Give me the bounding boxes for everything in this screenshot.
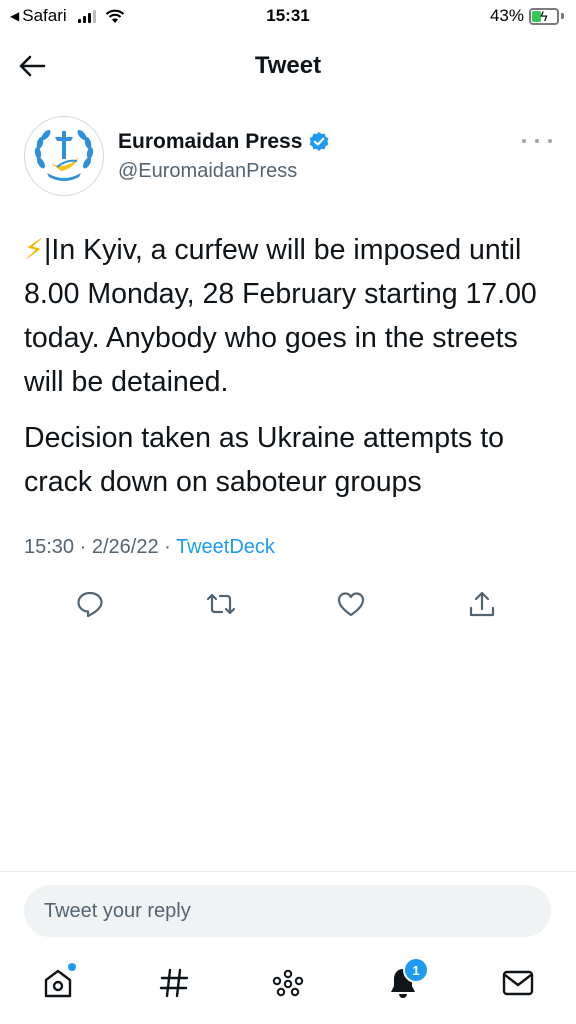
mail-icon xyxy=(502,970,534,996)
author-handle[interactable]: @EuromaidanPress xyxy=(118,160,297,183)
spaces-icon xyxy=(272,969,304,997)
retweet-icon xyxy=(206,593,236,615)
tab-explore[interactable] xyxy=(154,963,194,1003)
tab-messages[interactable] xyxy=(498,963,538,1003)
battery-status: 43% ϟ xyxy=(490,6,564,26)
tab-notifications[interactable]: 1 xyxy=(383,957,429,1003)
tweet-paragraph-1: ⚡|In Kyiv, a curfew will be imposed unti… xyxy=(24,228,560,404)
verified-badge-icon xyxy=(310,132,329,151)
status-bar: ◀ Safari 15:31 43% ϟ xyxy=(0,0,576,34)
tweet-text: ⚡|In Kyiv, a curfew will be imposed unti… xyxy=(24,228,560,516)
like-button[interactable] xyxy=(333,586,369,622)
tweet-meta: 15:30 · 2/26/22 · TweetDeck xyxy=(24,536,275,558)
author-name-text: Euromaidan Press xyxy=(118,130,303,153)
author-name[interactable]: Euromaidan Press xyxy=(118,130,330,154)
more-options-icon[interactable] xyxy=(522,134,552,148)
tweet-author: Euromaidan Press @EuromaidanPress xyxy=(24,116,552,196)
heart-icon xyxy=(337,592,365,617)
reply-divider xyxy=(0,871,576,872)
tweet-paragraph-2: Decision taken as Ukraine attempts to cr… xyxy=(24,422,504,498)
tab-home[interactable] xyxy=(38,963,78,1003)
home-icon xyxy=(44,969,72,998)
hashtag-icon xyxy=(159,968,189,998)
top-bar: Tweet xyxy=(0,40,576,92)
page-title: Tweet xyxy=(254,52,322,79)
tweet-source-link[interactable]: TweetDeck xyxy=(176,536,275,558)
retweet-button[interactable] xyxy=(203,586,239,622)
avatar[interactable] xyxy=(24,116,104,196)
reply-input[interactable] xyxy=(24,885,551,937)
lightning-emoji: ⚡ xyxy=(24,234,45,266)
bottom-tab-bar: 1 xyxy=(0,955,576,1024)
home-new-dot xyxy=(68,963,76,971)
tweet-time: 15:30 xyxy=(24,536,75,558)
tweet-actions xyxy=(0,586,576,626)
share-button[interactable] xyxy=(464,586,500,622)
tweet-paragraph-1-text: |In Kyiv, a curfew will be imposed until… xyxy=(24,234,537,398)
reply-button[interactable] xyxy=(72,586,108,622)
tweet-date: 2/26/22 xyxy=(91,536,159,558)
notification-badge: 1 xyxy=(403,957,429,983)
tab-spaces[interactable] xyxy=(268,963,308,1003)
battery-percent: 43% xyxy=(489,6,524,25)
reply-icon xyxy=(77,591,103,618)
battery-icon: ϟ xyxy=(529,7,559,25)
euromaidan-logo-icon xyxy=(34,130,94,181)
reply-bar xyxy=(24,885,551,937)
share-icon xyxy=(469,591,495,617)
